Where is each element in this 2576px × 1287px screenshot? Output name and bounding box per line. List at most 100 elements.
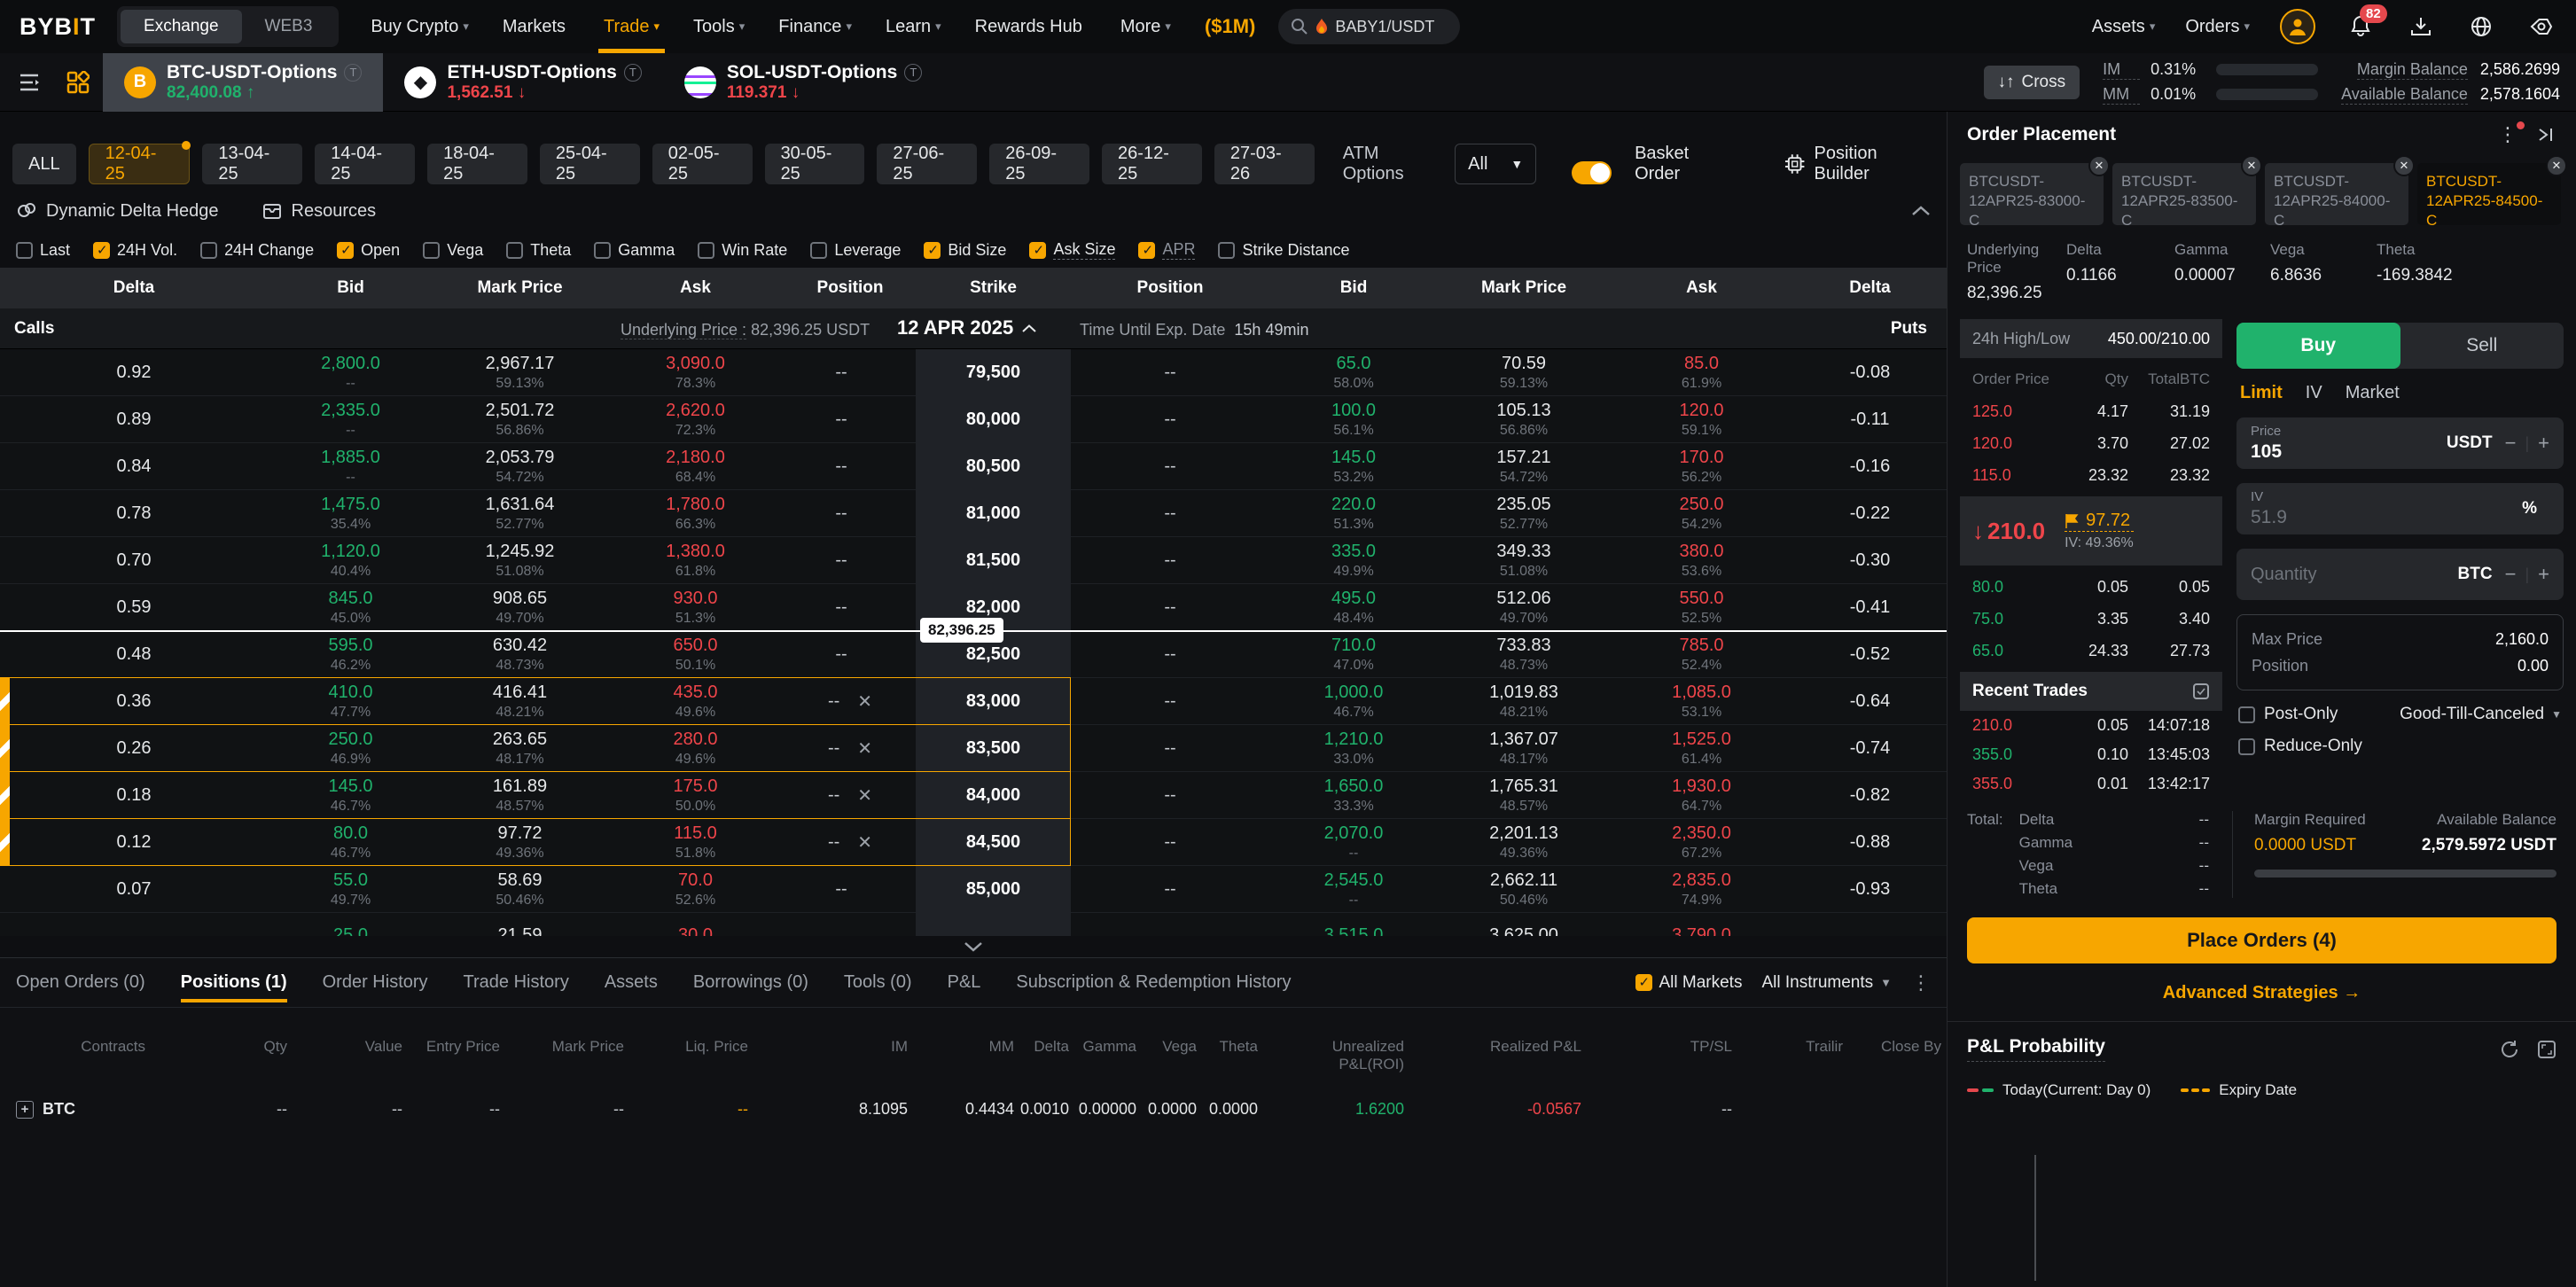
put-bid-cell[interactable]: 495.048.4% [1269, 584, 1438, 631]
strike-cell[interactable]: 84,500 [916, 819, 1071, 866]
grid-layout-icon[interactable] [60, 71, 96, 94]
positions-tab[interactable]: Positions (1) [181, 958, 287, 1008]
menu-item[interactable]: Markets [503, 0, 570, 53]
expand-icon[interactable] [2192, 682, 2210, 700]
put-ask-cell[interactable]: 550.052.5% [1610, 584, 1793, 631]
panel-menu-icon[interactable]: ⋮ [2498, 123, 2517, 146]
post-only-checkbox[interactable] [2238, 706, 2255, 723]
position-builder-button[interactable]: Position Builder [1784, 144, 1934, 184]
collapse-panel-icon[interactable] [2537, 126, 2556, 144]
strike-cell[interactable]: 80,500 [916, 443, 1071, 490]
chain-row[interactable]: 0.26 250.046.9% 263.6548.17% 280.049.6% … [0, 725, 1947, 772]
call-bid-cell[interactable]: 2,335.0-- [268, 396, 433, 443]
expiry-date-tab[interactable]: 27-06-25 [877, 144, 977, 184]
strike-cell[interactable]: 85,000 [916, 866, 1071, 913]
order-type-tab[interactable]: Market [2346, 383, 2400, 403]
chain-row[interactable]: 0.18 145.046.7% 161.8948.57% 175.050.0% … [0, 772, 1947, 819]
mark-price-value[interactable]: 97.72 [2065, 511, 2134, 532]
language-button[interactable] [2466, 12, 2496, 42]
call-ask-cell[interactable]: 115.051.8% [606, 819, 785, 866]
instrument-tab[interactable]: ◆ ETH-USDT-OptionsT 1,562.51 ↓ [383, 53, 662, 112]
metric-checkbox[interactable]: Last [16, 241, 70, 260]
put-ask-cell[interactable]: 1,930.064.7% [1610, 772, 1793, 819]
call-ask-cell[interactable]: 3,090.078.3% [606, 349, 785, 396]
put-ask-cell[interactable]: 85.061.9% [1610, 349, 1793, 396]
chain-row[interactable]: 0.78 1,475.035.4% 1,631.6452.77% 1,780.0… [0, 490, 1947, 537]
call-bid-cell[interactable]: 1,120.040.4% [268, 537, 433, 584]
orders-menu[interactable]: Orders▾ [2185, 0, 2250, 53]
call-ask-cell[interactable]: 650.050.1% [606, 631, 785, 678]
metric-checkbox[interactable]: Theta [506, 241, 571, 260]
instrument-tab[interactable]: SOL-USDT-OptionsT 119.371 ↓ [663, 53, 944, 112]
call-ask-cell[interactable]: 1,780.066.3% [606, 490, 785, 537]
positions-tab[interactable]: Order History [323, 958, 428, 1008]
contract-cell[interactable]: +BTC [0, 1100, 151, 1119]
bid-row[interactable]: 75.0 3.35 3.40 [1960, 603, 2222, 635]
remove-selection-icon[interactable]: ✕ [857, 831, 872, 854]
metric-checkbox[interactable]: Vega [423, 241, 483, 260]
strike-cell[interactable]: 79,500 [916, 349, 1071, 396]
metric-checkbox[interactable]: 24H Change [200, 241, 314, 260]
chain-row[interactable]: 0.84 1,885.0-- 2,053.7954.72% 2,180.068.… [0, 443, 1947, 490]
call-bid-cell[interactable]: 2,800.0-- [268, 349, 433, 396]
expand-more-strikes[interactable] [0, 936, 1947, 957]
put-bid-cell[interactable]: 710.047.0% [1269, 631, 1438, 678]
chain-row[interactable]: 0.07 55.049.7% 58.6950.46% 70.052.6% -- … [0, 866, 1947, 913]
expiry-date-tab[interactable]: 30-05-25 [765, 144, 865, 184]
expiry-date-tab[interactable]: 26-12-25 [1102, 144, 1202, 184]
put-bid-cell[interactable]: 2,070.0-- [1269, 819, 1438, 866]
expand-row-icon[interactable]: + [16, 1101, 34, 1119]
order-type-tab[interactable]: IV [2306, 383, 2322, 403]
call-bid-cell[interactable]: 595.046.2% [268, 631, 433, 678]
strike-cell[interactable]: 80,000 [916, 396, 1071, 443]
call-ask-cell[interactable]: 1,380.061.8% [606, 537, 785, 584]
notifications-button[interactable]: 82 [2346, 12, 2376, 42]
ask-row[interactable]: 115.0 23.32 23.32 [1960, 459, 2222, 491]
close-icon[interactable]: ✕ [2088, 155, 2110, 176]
close-icon[interactable]: ✕ [2546, 155, 2567, 176]
call-bid-cell[interactable]: 250.046.9% [268, 725, 433, 772]
call-bid-cell[interactable]: 1,885.0-- [268, 443, 433, 490]
close-icon[interactable]: ✕ [2393, 155, 2415, 176]
put-bid-cell[interactable]: 1,000.046.7% [1269, 678, 1438, 725]
contract-tab[interactable]: BTCUSDT-12APR25-84000-C ✕ [2265, 163, 2408, 225]
refresh-icon[interactable] [2500, 1040, 2519, 1059]
bid-row[interactable]: 80.0 0.05 0.05 [1960, 571, 2222, 603]
metric-checkbox[interactable]: Gamma [594, 241, 675, 260]
put-bid-cell[interactable]: 100.056.1% [1269, 396, 1438, 443]
put-bid-cell[interactable]: 1,650.033.3% [1269, 772, 1438, 819]
metric-checkbox[interactable]: Win Rate [698, 241, 787, 260]
call-ask-cell[interactable]: 930.051.3% [606, 584, 785, 631]
put-bid-cell[interactable]: 335.049.9% [1269, 537, 1438, 584]
place-orders-button[interactable]: Place Orders (4) [1967, 917, 2556, 963]
chain-row[interactable]: 0.89 2,335.0-- 2,501.7256.86% 2,620.072.… [0, 396, 1947, 443]
expiry-date-tab[interactable]: 27-03-26 [1214, 144, 1315, 184]
contract-tab[interactable]: BTCUSDT-12APR25-83500-C ✕ [2112, 163, 2256, 225]
call-bid-cell[interactable]: 410.047.7% [268, 678, 433, 725]
put-ask-cell[interactable]: 785.052.4% [1610, 631, 1793, 678]
call-ask-cell[interactable]: 2,620.072.3% [606, 396, 785, 443]
all-instruments-select[interactable]: All Instruments▼ [1761, 973, 1892, 993]
basket-order-toggle[interactable] [1572, 161, 1612, 184]
put-ask-cell[interactable]: 3,790.0 [1610, 913, 1793, 936]
chain-row[interactable]: 0.92 2,800.0-- 2,967.1759.13% 3,090.078.… [0, 349, 1947, 396]
put-ask-cell[interactable]: 2,350.067.2% [1610, 819, 1793, 866]
menu-item[interactable]: Buy Crypto▾ [371, 0, 468, 53]
collapse-chain-button[interactable] [1911, 206, 1931, 216]
decrement-button[interactable]: − [2505, 432, 2517, 455]
chain-row[interactable]: 0.70 1,120.040.4% 1,245.9251.08% 1,380.0… [0, 537, 1947, 584]
put-ask-cell[interactable]: 1,525.061.4% [1610, 725, 1793, 772]
call-bid-cell[interactable]: 25.0 [268, 913, 433, 936]
assets-menu[interactable]: Assets▾ [2092, 0, 2156, 53]
strike-cell[interactable]: 83,000 [916, 678, 1071, 725]
call-ask-cell[interactable]: 70.052.6% [606, 866, 785, 913]
margin-mode-button[interactable]: ↓↑Cross [1984, 66, 2080, 99]
expiry-date-tab[interactable]: 13-04-25 [202, 144, 302, 184]
menu-item[interactable]: Tools▾ [693, 0, 745, 53]
put-bid-cell[interactable]: 65.058.0% [1269, 349, 1438, 396]
menu-item[interactable]: Finance▾ [778, 0, 852, 53]
call-bid-cell[interactable]: 55.049.7% [268, 866, 433, 913]
order-type-tab[interactable]: Limit [2240, 383, 2283, 403]
ask-row[interactable]: 120.0 3.70 27.02 [1960, 427, 2222, 459]
increment-button[interactable]: + [2538, 432, 2549, 455]
